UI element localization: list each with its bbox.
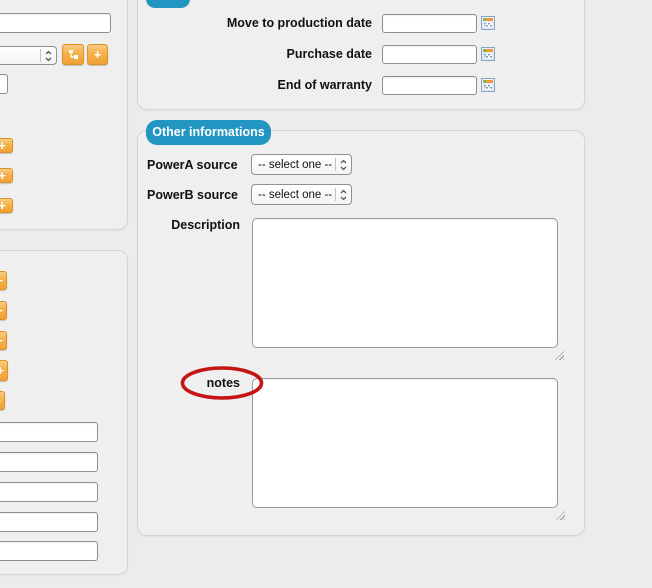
- select-spinner-icon: [340, 159, 347, 170]
- power-a-source-select[interactable]: -- select one --: [251, 154, 352, 175]
- add-button[interactable]: +: [87, 44, 108, 65]
- sidebar-row-add-button[interactable]: +: [0, 301, 7, 320]
- purchase-date-label: Purchase date: [286, 47, 372, 61]
- page: + + + + + + + + + Move to production dat…: [0, 0, 652, 588]
- sidebar-row-add-button[interactable]: +: [0, 271, 7, 290]
- notes-label: notes: [206, 376, 240, 390]
- select-divider: [335, 188, 336, 201]
- tree-view-button[interactable]: [62, 44, 84, 65]
- end-of-warranty-input[interactable]: [382, 76, 477, 95]
- select-divider: [335, 158, 336, 171]
- sidebar-text-input[interactable]: [0, 13, 111, 33]
- purchase-date-input[interactable]: [382, 45, 477, 64]
- dates-panel-tab[interactable]: [146, 0, 190, 8]
- calendar-icon[interactable]: [481, 47, 495, 61]
- power-a-selected-value: -- select one --: [258, 158, 333, 171]
- notes-textarea[interactable]: [252, 378, 558, 508]
- sidebar-field[interactable]: [0, 541, 98, 561]
- sidebar-field[interactable]: [0, 482, 98, 502]
- sidebar-row-add-button[interactable]: +: [0, 360, 8, 381]
- sidebar-field[interactable]: [0, 452, 98, 472]
- description-textarea[interactable]: [252, 218, 558, 348]
- description-label: Description: [171, 218, 240, 232]
- sidebar-row-add-button[interactable]: +: [0, 391, 5, 410]
- tree-icon: [68, 50, 78, 59]
- sidebar-row-add-button[interactable]: +: [0, 138, 13, 153]
- sidebar-panel-top: [0, 0, 128, 230]
- select-spinner-icon: [45, 50, 52, 61]
- power-a-source-label: PowerA source: [147, 158, 238, 172]
- move-to-production-date-label: Move to production date: [226, 16, 372, 30]
- sidebar-select[interactable]: [0, 46, 57, 65]
- power-b-source-select[interactable]: -- select one --: [251, 184, 352, 205]
- power-b-selected-value: -- select one --: [258, 188, 333, 201]
- end-of-warranty-label: End of warranty: [277, 78, 372, 92]
- other-informations-tab[interactable]: Other informations: [146, 120, 271, 145]
- select-divider: [40, 49, 41, 62]
- sidebar-row-add-button[interactable]: +: [0, 331, 7, 350]
- select-spinner-icon: [340, 189, 347, 200]
- sidebar-row-add-button[interactable]: +: [0, 198, 13, 213]
- sidebar-field[interactable]: [0, 422, 98, 442]
- calendar-icon[interactable]: [481, 16, 495, 30]
- sidebar-row-add-button[interactable]: +: [0, 168, 13, 183]
- calendar-icon[interactable]: [481, 78, 495, 92]
- power-b-source-label: PowerB source: [147, 188, 239, 202]
- move-to-production-date-input[interactable]: [382, 14, 477, 33]
- sidebar-field[interactable]: [0, 512, 98, 532]
- sidebar-partial-input[interactable]: [0, 74, 8, 94]
